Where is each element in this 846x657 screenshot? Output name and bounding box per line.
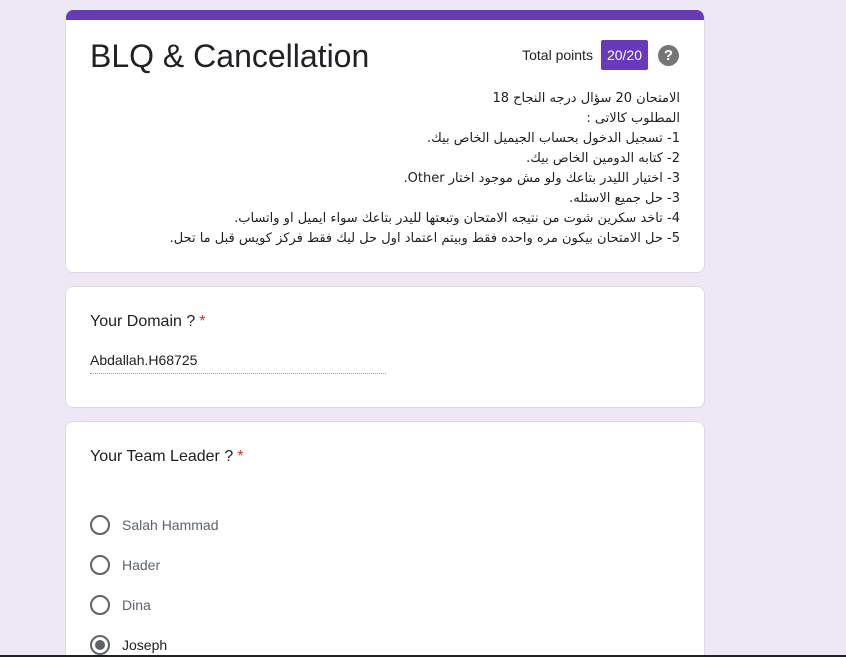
form-header-card: BLQ & Cancellation Total points 20/20 ? … [65, 10, 705, 273]
radio-option[interactable]: Salah Hammad [90, 505, 219, 545]
radio-button[interactable] [90, 515, 110, 535]
points-badge: 20/20 [600, 40, 648, 70]
radio-option-label: Hader [122, 557, 161, 573]
total-points: Total points 20/20 ? [522, 40, 679, 70]
required-marker: * [237, 448, 244, 465]
radio-button[interactable] [90, 595, 110, 615]
radio-option-label: Dina [122, 597, 151, 613]
description-line: المطلوب كالاتى : [586, 111, 680, 126]
accent-bar [66, 10, 704, 20]
radio-button[interactable] [90, 555, 110, 575]
description-line: 3- اختيار الليدر بتاعك ولو مش موجود اختا… [403, 171, 680, 186]
description-line: 2- كتابه الدومين الخاص بيك. [526, 151, 680, 166]
radio-option-selected[interactable]: Joseph [90, 625, 219, 657]
description-line: الامتحان 20 سؤال درجه النجاح 18 [492, 91, 680, 106]
question-title-text: Your Domain ? [90, 313, 196, 330]
description-line: 1- تسجيل الدخول بحساب الجيميل الخاص بيك. [427, 131, 680, 146]
domain-answer-field[interactable]: Abdallah.H68725 [90, 350, 386, 374]
description-line: 5- حل الامتحان بيكون مره واحده فقط وبيتم… [169, 231, 680, 246]
form-description: الامتحان 20 سؤال درجه النجاح 18 المطلوب … [170, 89, 680, 249]
radio-option[interactable]: Dina [90, 585, 219, 625]
radio-option-label: Joseph [122, 637, 168, 653]
question-title: Your Domain ? * [90, 310, 205, 334]
question-leader-card: Your Team Leader ? * Salah Hammad Hader D… [65, 421, 705, 657]
radio-button-checked[interactable] [90, 635, 110, 655]
question-title-text: Your Team Leader ? [90, 448, 234, 465]
points-label: Total points [522, 47, 593, 63]
help-icon[interactable]: ? [658, 44, 679, 66]
radio-group: Salah Hammad Hader Dina Joseph [90, 505, 219, 657]
radio-option-label: Salah Hammad [122, 517, 219, 533]
description-line: 3- حل جميع الاسئله. [569, 191, 680, 206]
description-line: 4- تاخد سكرين شوت من نتيجه الامتحان وتبع… [234, 211, 680, 226]
question-title: Your Team Leader ? * [90, 445, 243, 469]
required-marker: * [199, 313, 206, 330]
radio-option[interactable]: Hader [90, 545, 219, 585]
form-title: BLQ & Cancellation [90, 38, 370, 74]
question-domain-card: Your Domain ? * Abdallah.H68725 [65, 286, 705, 408]
